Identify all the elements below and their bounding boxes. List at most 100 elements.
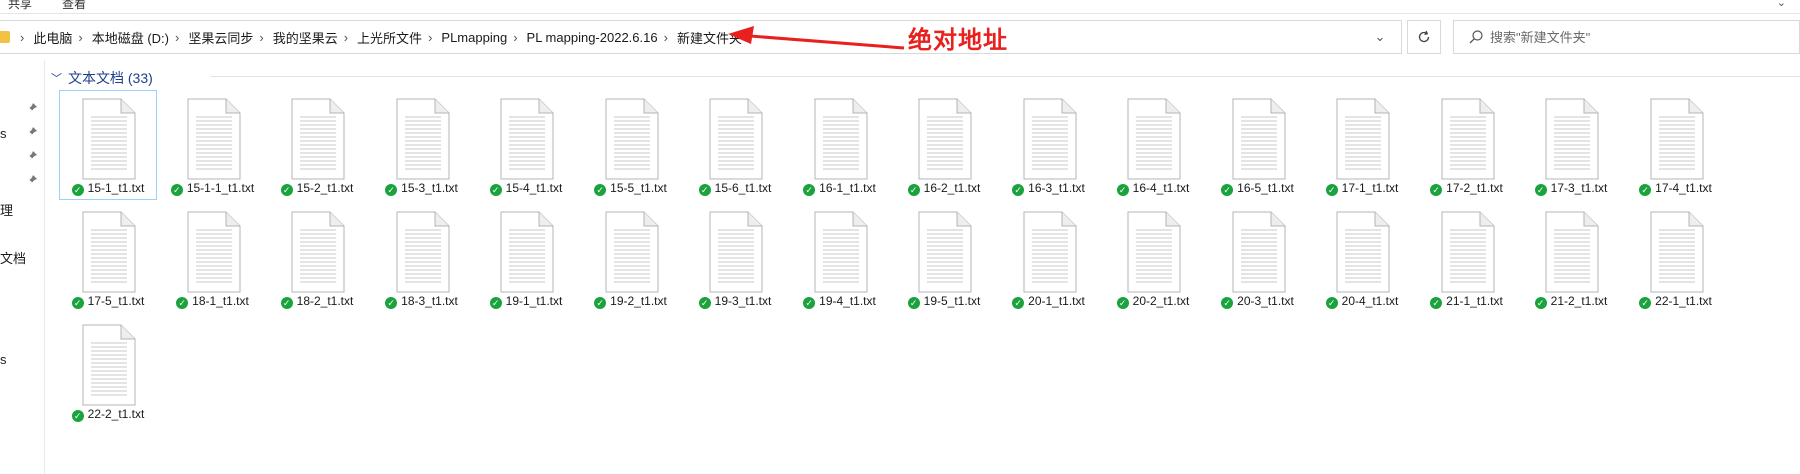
chevron-right-icon[interactable]: › — [78, 30, 82, 45]
address-bar[interactable]: › 此电脑 › 本地磁盘 (D:) › 坚果云同步 › 我的坚果云 › 上光所文件 › PLmappi… — [0, 20, 1402, 54]
sync-status-icon: ✓ — [1221, 297, 1234, 309]
breadcrumb-item[interactable]: PLmapping — [441, 30, 507, 45]
text-document-icon — [811, 97, 871, 183]
file-item[interactable]: ✓ 17-2_t1.txt — [1418, 90, 1516, 200]
breadcrumb-item[interactable]: PL mapping-2022.6.16 — [527, 30, 658, 45]
file-item[interactable]: ✓ 18-2_t1.txt — [268, 203, 366, 313]
pin-icon[interactable] — [26, 174, 38, 186]
file-item[interactable]: ✓ 15-4_t1.txt — [477, 90, 575, 200]
search-box[interactable] — [1453, 20, 1800, 54]
ribbon-expand-icon[interactable]: ⌄ — [1777, 0, 1786, 9]
file-name: 16-4_t1.txt — [1132, 181, 1190, 195]
file-item[interactable]: ✓ 17-4_t1.txt — [1627, 90, 1725, 200]
breadcrumb-item[interactable]: 坚果云同步 — [188, 28, 253, 47]
file-name-row: ✓ 21-2_t1.txt — [1523, 294, 1619, 309]
file-name: 15-6_t1.txt — [714, 181, 772, 195]
pin-icon[interactable] — [26, 150, 38, 162]
chevron-right-icon[interactable]: › — [20, 30, 24, 45]
sync-status-icon: ✓ — [594, 184, 607, 196]
file-item[interactable]: ✓ 21-2_t1.txt — [1522, 203, 1620, 313]
file-item[interactable]: ✓ 16-3_t1.txt — [1000, 90, 1098, 200]
file-name-row: ✓ 20-2_t1.txt — [1105, 294, 1201, 309]
file-item[interactable]: ✓ 16-1_t1.txt — [791, 90, 889, 200]
sync-status-icon: ✓ — [803, 297, 816, 309]
file-item[interactable]: ✓ 16-4_t1.txt — [1104, 90, 1202, 200]
file-item[interactable]: ✓ 15-5_t1.txt — [582, 90, 680, 200]
file-item[interactable]: ✓ 18-1_t1.txt — [164, 203, 262, 313]
chevron-right-icon[interactable]: › — [513, 30, 517, 45]
file-name: 15-1_t1.txt — [87, 181, 145, 195]
breadcrumb-item[interactable]: 我的坚果云 — [273, 28, 338, 47]
sync-status-icon: ✓ — [803, 184, 816, 196]
file-name-row: ✓ 17-4_t1.txt — [1628, 181, 1724, 196]
breadcrumb-item[interactable]: 本地磁盘 (D:) — [92, 28, 169, 47]
file-item[interactable]: ✓ 15-3_t1.txt — [373, 90, 471, 200]
chevron-right-icon[interactable]: › — [344, 30, 348, 45]
file-item[interactable]: ✓ 15-1_t1.txt — [59, 90, 157, 200]
chevron-right-icon[interactable]: › — [428, 30, 432, 45]
nav-item-fragment[interactable]: s — [0, 126, 7, 141]
folder-icon — [0, 31, 10, 43]
file-name: 16-3_t1.txt — [1028, 181, 1085, 195]
file-item[interactable]: ✓ 20-2_t1.txt — [1104, 203, 1202, 313]
file-item[interactable]: ✓ 19-4_t1.txt — [791, 203, 889, 313]
text-document-icon — [1647, 210, 1707, 296]
pin-icon[interactable] — [26, 126, 38, 138]
file-name-row: ✓ 16-3_t1.txt — [1001, 181, 1097, 196]
file-item[interactable]: ✓ 16-5_t1.txt — [1209, 90, 1307, 200]
file-name: 22-1_t1.txt — [1655, 294, 1712, 308]
breadcrumb-item[interactable]: 此电脑 — [33, 28, 72, 47]
file-item[interactable]: ✓ 15-6_t1.txt — [686, 90, 784, 200]
file-name-row: ✓ 17-1_t1.txt — [1314, 181, 1410, 196]
file-name: 15-3_t1.txt — [401, 181, 458, 195]
file-item[interactable]: ✓ 20-3_t1.txt — [1209, 203, 1307, 313]
pin-icon[interactable] — [26, 102, 38, 114]
file-item[interactable]: ✓ 16-2_t1.txt — [895, 90, 993, 200]
search-input[interactable] — [1490, 27, 1770, 47]
file-item[interactable]: ✓ 17-1_t1.txt — [1313, 90, 1411, 200]
chevron-right-icon[interactable]: › — [259, 30, 263, 45]
address-dropdown-icon[interactable]: ⌄ — [1372, 29, 1388, 45]
text-document-icon — [1020, 210, 1080, 296]
file-item[interactable]: ✓ 22-1_t1.txt — [1627, 203, 1725, 313]
file-item[interactable]: ✓ 20-1_t1.txt — [1000, 203, 1098, 313]
chevron-right-icon[interactable]: › — [175, 30, 179, 45]
ribbon-tab-view[interactable]: 查看 — [62, 0, 86, 12]
file-name: 15-1-1_t1.txt — [186, 181, 255, 195]
file-item[interactable]: ✓ 18-3_t1.txt — [373, 203, 471, 313]
sync-status-icon: ✓ — [71, 184, 84, 196]
file-item[interactable]: ✓ 22-2_t1.txt — [59, 316, 157, 426]
file-item[interactable]: ✓ 21-1_t1.txt — [1418, 203, 1516, 313]
chevron-right-icon[interactable]: › — [664, 30, 668, 45]
group-title: 文本文档 (33) — [68, 70, 153, 86]
breadcrumb-item[interactable]: 上光所文件 — [357, 28, 422, 47]
file-name: 16-2_t1.txt — [923, 181, 981, 195]
file-item[interactable]: ✓ 19-3_t1.txt — [686, 203, 784, 313]
file-item[interactable]: ✓ 19-2_t1.txt — [582, 203, 680, 313]
file-item[interactable]: ✓ 20-4_t1.txt — [1313, 203, 1411, 313]
ribbon-tab-share[interactable]: 共享 — [8, 0, 32, 12]
sync-status-icon: ✓ — [1430, 297, 1443, 309]
text-document-icon — [602, 97, 662, 183]
file-name-row: ✓ 19-5_t1.txt — [896, 294, 992, 309]
file-list-pane: ﹀ 文本文档 (33) ✓ 15-1_t1.txt ✓ 15-1-1_t1.tx… — [44, 60, 1800, 474]
file-item[interactable]: ✓ 17-3_t1.txt — [1522, 90, 1620, 200]
sync-status-icon: ✓ — [170, 184, 183, 196]
nav-item-fragment[interactable]: 文档 — [0, 248, 26, 267]
file-item[interactable]: ✓ 19-5_t1.txt — [895, 203, 993, 313]
file-name-row: ✓ 18-2_t1.txt — [269, 294, 365, 309]
file-name-row: ✓ 20-4_t1.txt — [1314, 294, 1410, 309]
file-item[interactable]: ✓ 15-1-1_t1.txt — [164, 90, 262, 200]
refresh-button[interactable] — [1407, 20, 1441, 54]
chevron-down-icon[interactable]: ﹀ — [51, 70, 62, 86]
nav-item-fragment[interactable]: 理 — [0, 200, 13, 219]
text-document-icon — [1438, 97, 1498, 183]
refresh-icon — [1418, 30, 1430, 43]
file-item[interactable]: ✓ 15-2_t1.txt — [268, 90, 366, 200]
file-item[interactable]: ✓ 19-1_t1.txt — [477, 203, 575, 313]
file-item[interactable]: ✓ 17-5_t1.txt — [59, 203, 157, 313]
group-header[interactable]: ﹀ 文本文档 (33) — [51, 68, 153, 88]
text-document-icon — [393, 210, 453, 296]
sync-status-icon: ✓ — [1325, 297, 1338, 309]
nav-item-fragment[interactable]: s — [0, 352, 7, 367]
